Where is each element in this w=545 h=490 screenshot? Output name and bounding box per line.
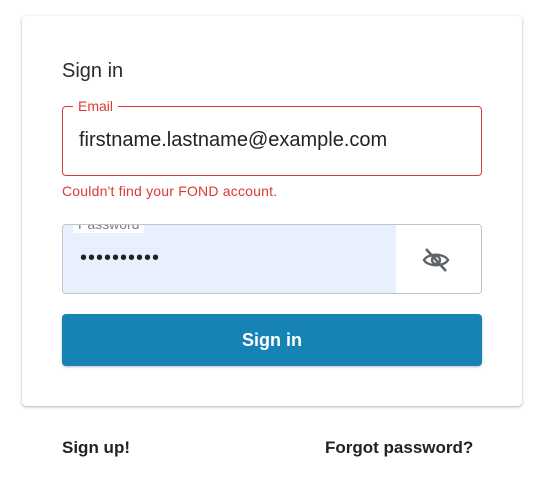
password-field[interactable]: Password •••••••••• [62,224,482,294]
password-label: Password [73,225,145,233]
sign-in-card: Sign in Email firstname.lastname@example… [22,16,522,406]
email-field[interactable]: Email firstname.lastname@example.com [62,97,482,176]
sign-in-button[interactable]: Sign in [62,314,482,366]
email-error-message: Couldn't find your FOND account. [62,183,278,199]
page-title: Sign in [62,60,124,82]
email-label: Email [73,97,119,115]
email-input[interactable]: firstname.lastname@example.com [79,129,469,152]
eye-off-icon[interactable] [421,246,451,274]
password-input[interactable]: •••••••••• [80,247,380,270]
sign-up-link[interactable]: Sign up! [62,438,130,458]
forgot-password-link[interactable]: Forgot password? [325,438,473,458]
